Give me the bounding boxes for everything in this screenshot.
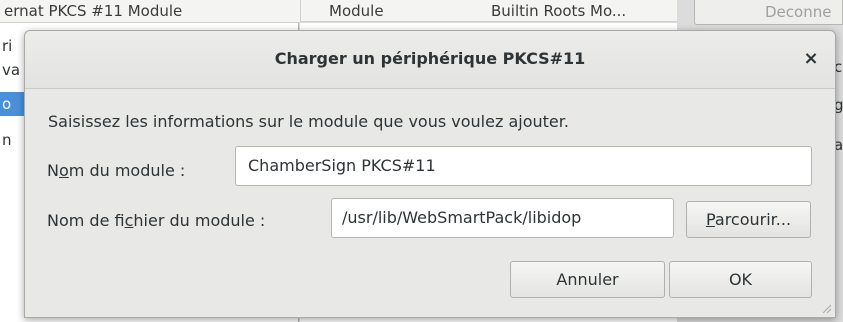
cancel-button[interactable]: Annuler — [510, 261, 665, 298]
close-icon[interactable]: × — [801, 49, 821, 69]
module-name-label: Nom du module : — [47, 161, 185, 180]
browse-button[interactable]: Parcourir... — [686, 201, 811, 238]
dialog-title: Charger un périphérique PKCS#11 — [274, 49, 586, 68]
dialog-description: Saisissez les informations sur le module… — [48, 112, 569, 131]
button-label: arcourir... — [714, 210, 792, 229]
dialog-titlebar[interactable]: Charger un périphérique PKCS#11 × — [25, 31, 835, 89]
load-pkcs11-dialog: Charger un périphérique PKCS#11 × Saisis… — [24, 30, 836, 318]
resize-grip-icon[interactable] — [821, 303, 831, 313]
button-mnemonic: P — [705, 210, 715, 229]
module-name-input[interactable]: ChamberSign PKCS#11 — [235, 146, 812, 186]
module-file-label: Nom de fichier du module : — [47, 211, 265, 230]
ok-button[interactable]: OK — [669, 261, 812, 298]
label-text: hier du module : — [133, 211, 266, 230]
label-text: N — [47, 161, 59, 180]
details-header-col2: Builtin Roots Mo... — [491, 2, 627, 20]
background-list-header: ernat PKCS #11 Module — [0, 0, 300, 23]
label-text: Nom de fi — [47, 211, 125, 230]
label-text: m du module : — [68, 161, 186, 180]
background-details-header: Module Builtin Roots Mo... — [300, 0, 677, 22]
module-file-input[interactable]: /usr/lib/WebSmartPack/libidop — [331, 198, 674, 238]
details-header-col1: Module — [329, 2, 384, 20]
background-disconnect-button[interactable]: Deconne — [694, 0, 843, 25]
label-mnemonic: o — [58, 161, 69, 180]
